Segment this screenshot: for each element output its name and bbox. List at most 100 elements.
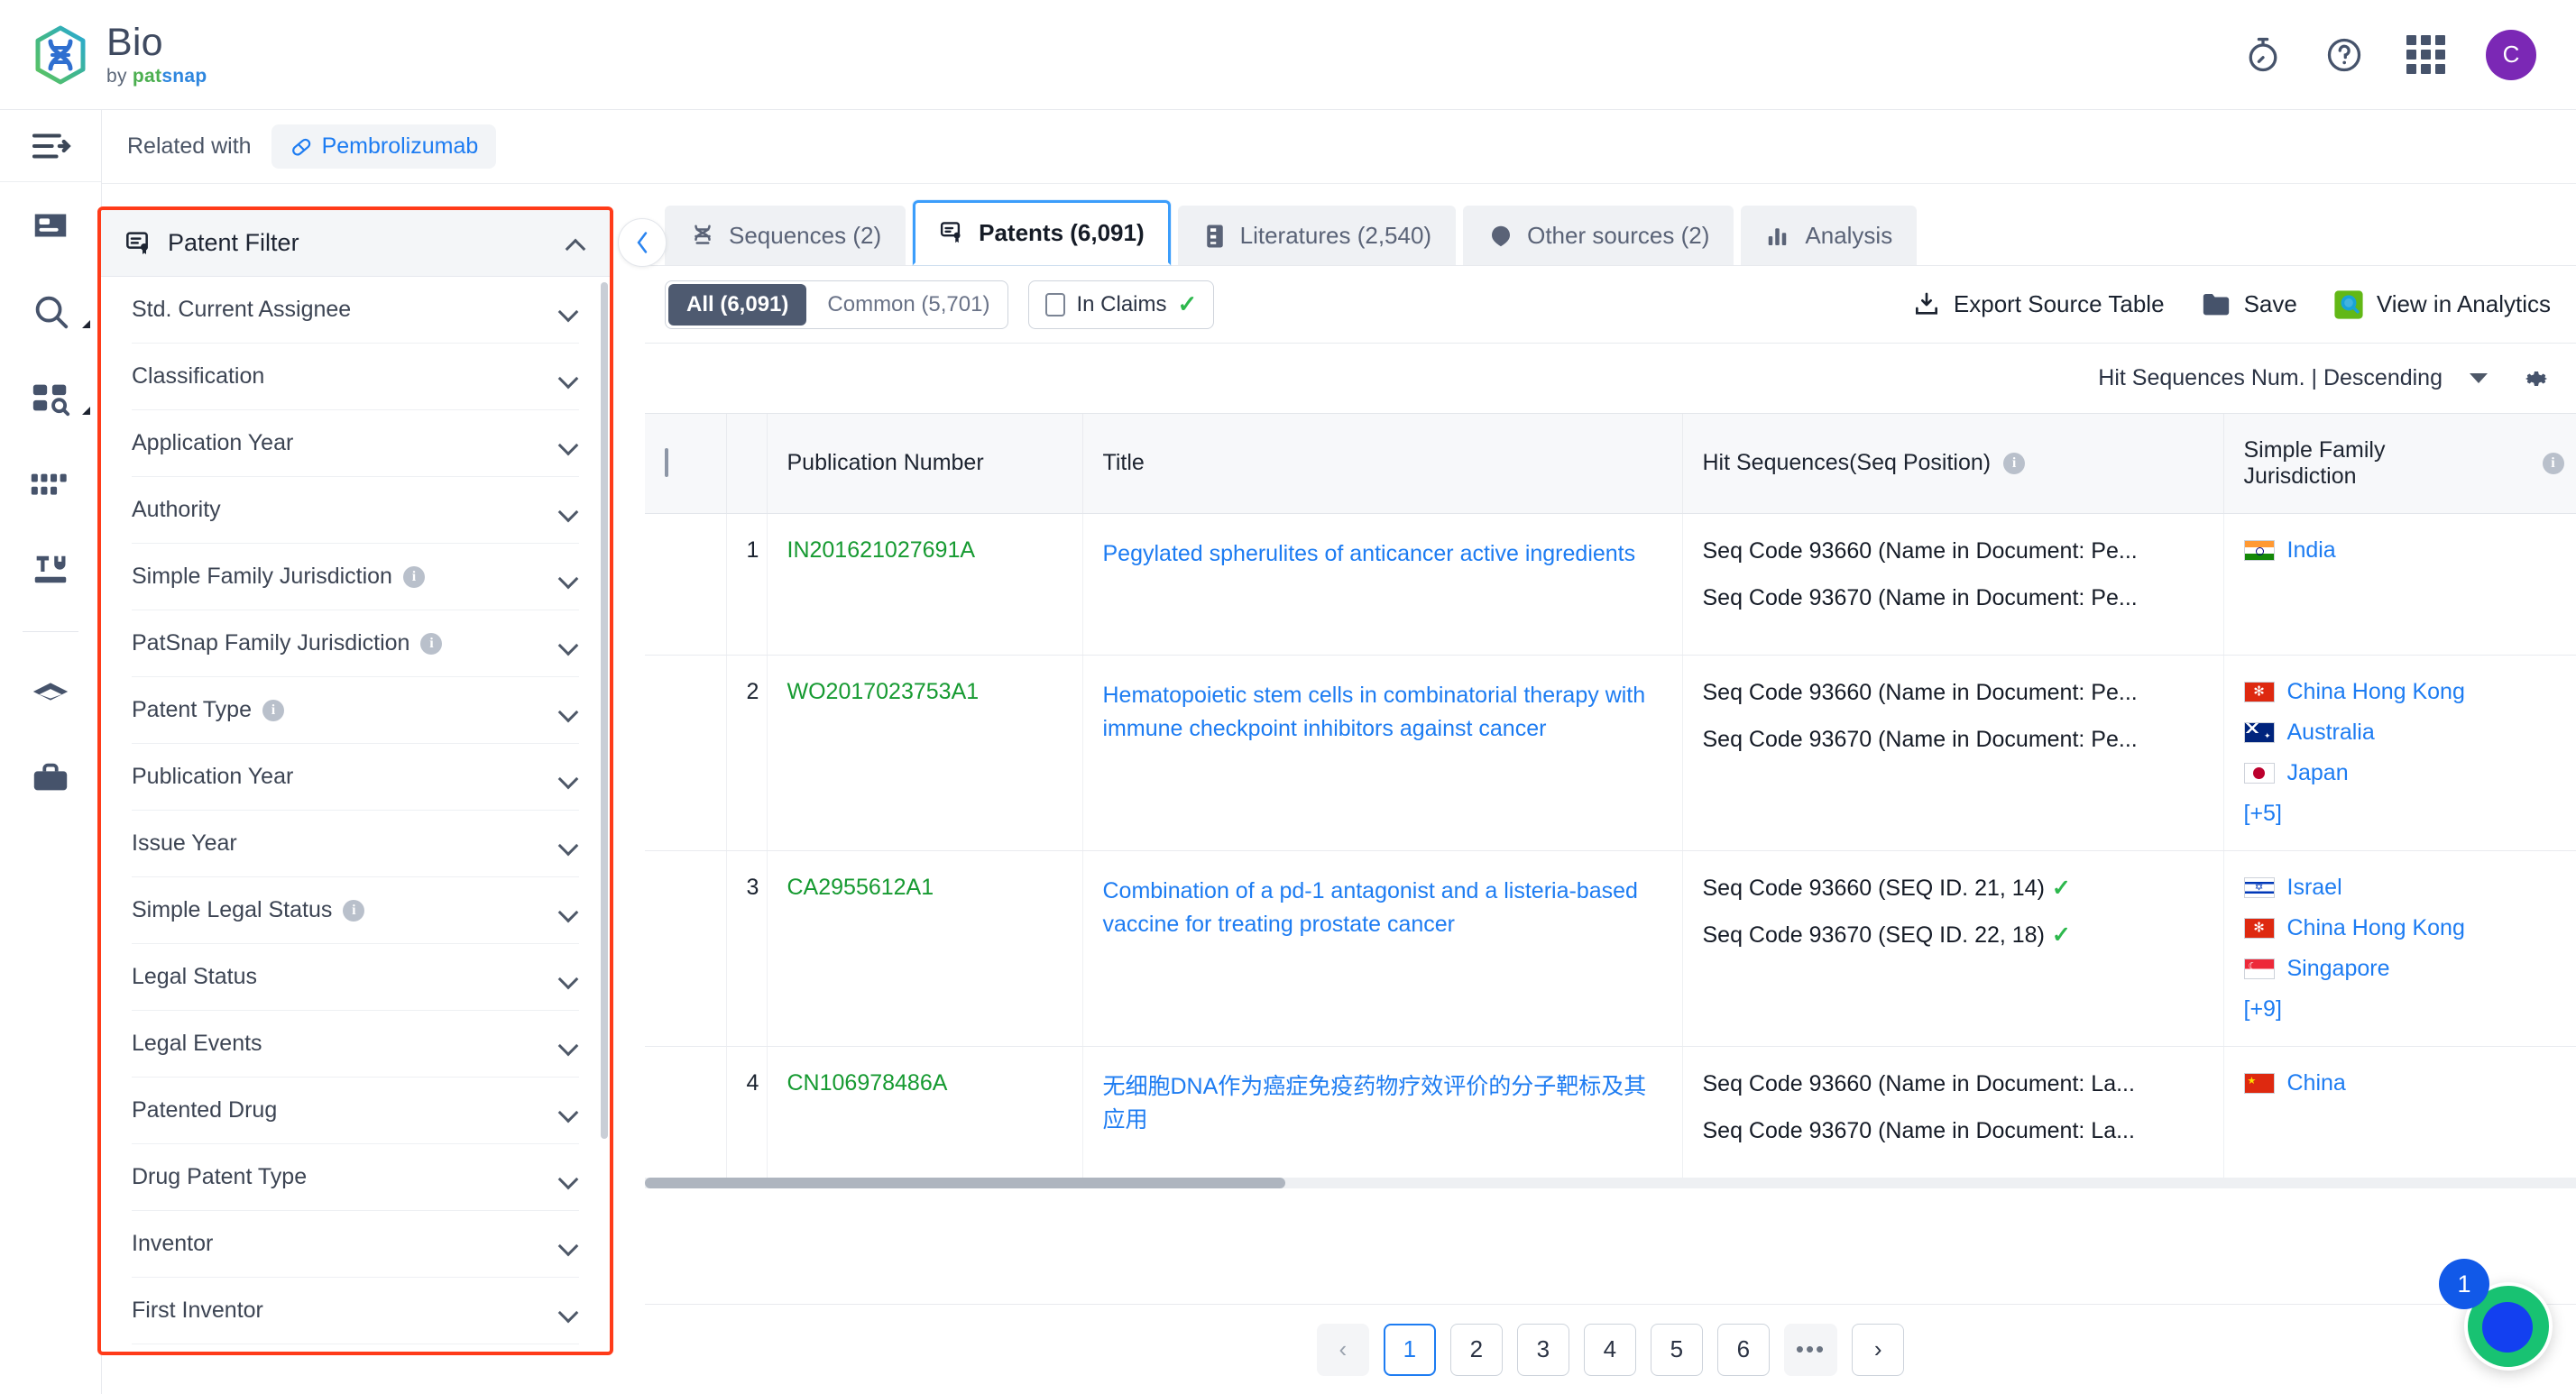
- publication-number-link[interactable]: WO2017023753A1: [767, 655, 1083, 851]
- sidebar-item-documents[interactable]: [0, 182, 101, 269]
- chevron-down-icon[interactable]: [559, 505, 579, 516]
- jurisdiction-item[interactable]: Japan: [2243, 760, 2564, 786]
- title-link[interactable]: Pegylated spherulites of anticancer acti…: [1103, 537, 1662, 571]
- filter-row[interactable]: Drug Patent Type: [132, 1144, 579, 1211]
- chevron-down-icon[interactable]: [559, 772, 579, 783]
- filter-row[interactable]: Patented Drug: [132, 1078, 579, 1144]
- filter-row[interactable]: Application Year: [132, 410, 579, 477]
- tab-sequences[interactable]: Sequences (2): [665, 206, 906, 265]
- in-claims-filter[interactable]: In Claims ✓: [1028, 280, 1215, 329]
- info-icon[interactable]: i: [420, 632, 443, 655]
- sidebar-item-layers[interactable]: [0, 648, 101, 735]
- jurisdiction-item[interactable]: China Hong Kong: [2243, 915, 2564, 941]
- timer-icon[interactable]: [2242, 34, 2284, 76]
- filter-row[interactable]: Publication Year: [132, 744, 579, 811]
- jurisdiction-item[interactable]: Australia: [2243, 720, 2564, 746]
- save-button[interactable]: Save: [2201, 290, 2297, 319]
- chevron-down-icon[interactable]: [559, 572, 579, 582]
- sidebar-item-grid-search[interactable]: [0, 355, 101, 442]
- table-row[interactable]: 3 CA2955612A1 Combination of a pd-1 antago…: [645, 850, 2576, 1047]
- pagination-page-6[interactable]: 6: [1716, 1323, 1770, 1376]
- filter-row[interactable]: Patent Type i: [132, 677, 579, 744]
- horizontal-scrollbar[interactable]: [645, 1177, 2576, 1188]
- title-link[interactable]: 无细胞DNA作为癌症免疫药物疗效评价的分子靶标及其应用: [1103, 1070, 1662, 1137]
- avatar[interactable]: C: [2486, 29, 2536, 80]
- tab-literatures[interactable]: Literatures (2,540): [1177, 206, 1457, 265]
- pagination-page-4[interactable]: 4: [1583, 1323, 1636, 1376]
- view-in-analytics-button[interactable]: View in Analytics: [2333, 289, 2551, 320]
- filter-scrollbar[interactable]: [601, 282, 608, 1139]
- pagination-ellipsis[interactable]: •••: [1783, 1323, 1838, 1376]
- info-icon[interactable]: i: [2542, 452, 2564, 474]
- patent-filter-header[interactable]: Patent Filter: [101, 210, 610, 277]
- filter-row[interactable]: First Inventor: [132, 1278, 579, 1344]
- sidebar-item-briefcase[interactable]: [0, 735, 101, 821]
- th-title[interactable]: Title: [1082, 414, 1683, 514]
- pagination-page-1[interactable]: 1: [1383, 1323, 1436, 1376]
- table-row[interactable]: 2 WO2017023753A1 Hematopoietic stem cells …: [645, 655, 2576, 851]
- chevron-down-icon[interactable]: [559, 638, 579, 649]
- chevron-down-icon[interactable]: [559, 305, 579, 316]
- filter-row[interactable]: Legal Status: [132, 944, 579, 1011]
- filter-row[interactable]: Classification: [132, 344, 579, 410]
- scope-option-common[interactable]: Common (5,701): [809, 281, 1007, 328]
- chevron-down-icon[interactable]: [559, 1172, 579, 1183]
- breadcrumb-chip-drug[interactable]: Pembrolizumab: [271, 124, 497, 169]
- info-icon[interactable]: i: [402, 565, 425, 588]
- jurisdiction-item[interactable]: China Hong Kong: [2243, 679, 2564, 705]
- jurisdiction-more-link[interactable]: [+9]: [2244, 996, 2564, 1023]
- tab-analysis[interactable]: Analysis: [1741, 206, 1918, 265]
- chevron-down-icon[interactable]: [559, 705, 579, 716]
- filter-row[interactable]: Simple Legal Status i: [132, 877, 579, 944]
- chevron-down-icon[interactable]: [559, 1039, 579, 1050]
- chevron-down-icon[interactable]: [559, 905, 579, 916]
- th-select-all[interactable]: [645, 414, 727, 514]
- publication-number-link[interactable]: IN201621027691A: [767, 513, 1083, 656]
- pagination-page-2[interactable]: 2: [1449, 1323, 1503, 1376]
- sidebar-item-dots-grid[interactable]: [0, 442, 101, 528]
- th-simple-family-jurisdiction[interactable]: Simple Family Jurisdiction i: [2223, 414, 2576, 514]
- filter-row[interactable]: Issue Year: [132, 811, 579, 877]
- chevron-down-icon[interactable]: [559, 972, 579, 983]
- chevron-down-icon[interactable]: [559, 1105, 579, 1116]
- row-checkbox-cell[interactable]: [645, 513, 727, 656]
- filter-row[interactable]: Authority: [132, 477, 579, 544]
- filter-row[interactable]: Inventor: [132, 1211, 579, 1278]
- table-row[interactable]: 1 IN201621027691A Pegylated spherulites of…: [645, 513, 2576, 656]
- row-checkbox-cell[interactable]: [645, 850, 727, 1047]
- export-source-table-button[interactable]: Export Source Table: [1912, 290, 2165, 319]
- chevron-down-icon[interactable]: [559, 371, 579, 382]
- filter-row[interactable]: Std. Current Assignee: [132, 277, 579, 344]
- filter-row[interactable]: Agency: [132, 1344, 579, 1350]
- sidebar-item-tools[interactable]: [0, 528, 101, 615]
- chevron-up-icon[interactable]: [566, 238, 586, 249]
- pagination-page-5[interactable]: 5: [1650, 1323, 1703, 1376]
- filter-row[interactable]: Legal Events: [132, 1011, 579, 1078]
- row-checkbox-cell[interactable]: [645, 1046, 727, 1188]
- info-icon[interactable]: i: [262, 699, 284, 721]
- jurisdiction-item[interactable]: China: [2243, 1070, 2564, 1096]
- filter-row[interactable]: Simple Family Jurisdiction i: [132, 544, 579, 610]
- help-icon[interactable]: [2323, 34, 2365, 76]
- collapse-filter-handle[interactable]: [618, 218, 667, 267]
- filter-row[interactable]: PatSnap Family Jurisdiction i: [132, 610, 579, 677]
- apps-grid-icon[interactable]: [2405, 34, 2446, 76]
- info-icon[interactable]: i: [343, 899, 365, 922]
- sort-dropdown[interactable]: Hit Sequences Num. | Descending: [2098, 365, 2443, 391]
- table-row[interactable]: 4 CN106978486A 无细胞DNA作为癌症免疫药物疗效评价的分子靶标及其应用…: [645, 1046, 2576, 1188]
- scope-option-all[interactable]: All (6,091): [668, 283, 807, 326]
- title-link[interactable]: Hematopoietic stem cells in combinatoria…: [1103, 679, 1662, 746]
- chevron-down-icon[interactable]: [559, 438, 579, 449]
- pagination-prev[interactable]: ‹: [1316, 1323, 1369, 1376]
- in-claims-checkbox[interactable]: [1045, 292, 1066, 316]
- chevron-down-icon[interactable]: [559, 1306, 579, 1316]
- jurisdiction-more-link[interactable]: [+5]: [2244, 801, 2564, 827]
- sidebar-item-search[interactable]: [0, 269, 101, 355]
- chevron-down-icon[interactable]: [2470, 373, 2488, 383]
- info-icon[interactable]: i: [2003, 452, 2026, 474]
- chevron-down-icon[interactable]: [559, 839, 579, 849]
- row-checkbox-cell[interactable]: [645, 655, 727, 851]
- select-all-checkbox[interactable]: [665, 448, 668, 478]
- title-link[interactable]: Combination of a pd-1 antagonist and a l…: [1103, 875, 1662, 941]
- tab-patents[interactable]: Patents (6,091): [913, 200, 1171, 265]
